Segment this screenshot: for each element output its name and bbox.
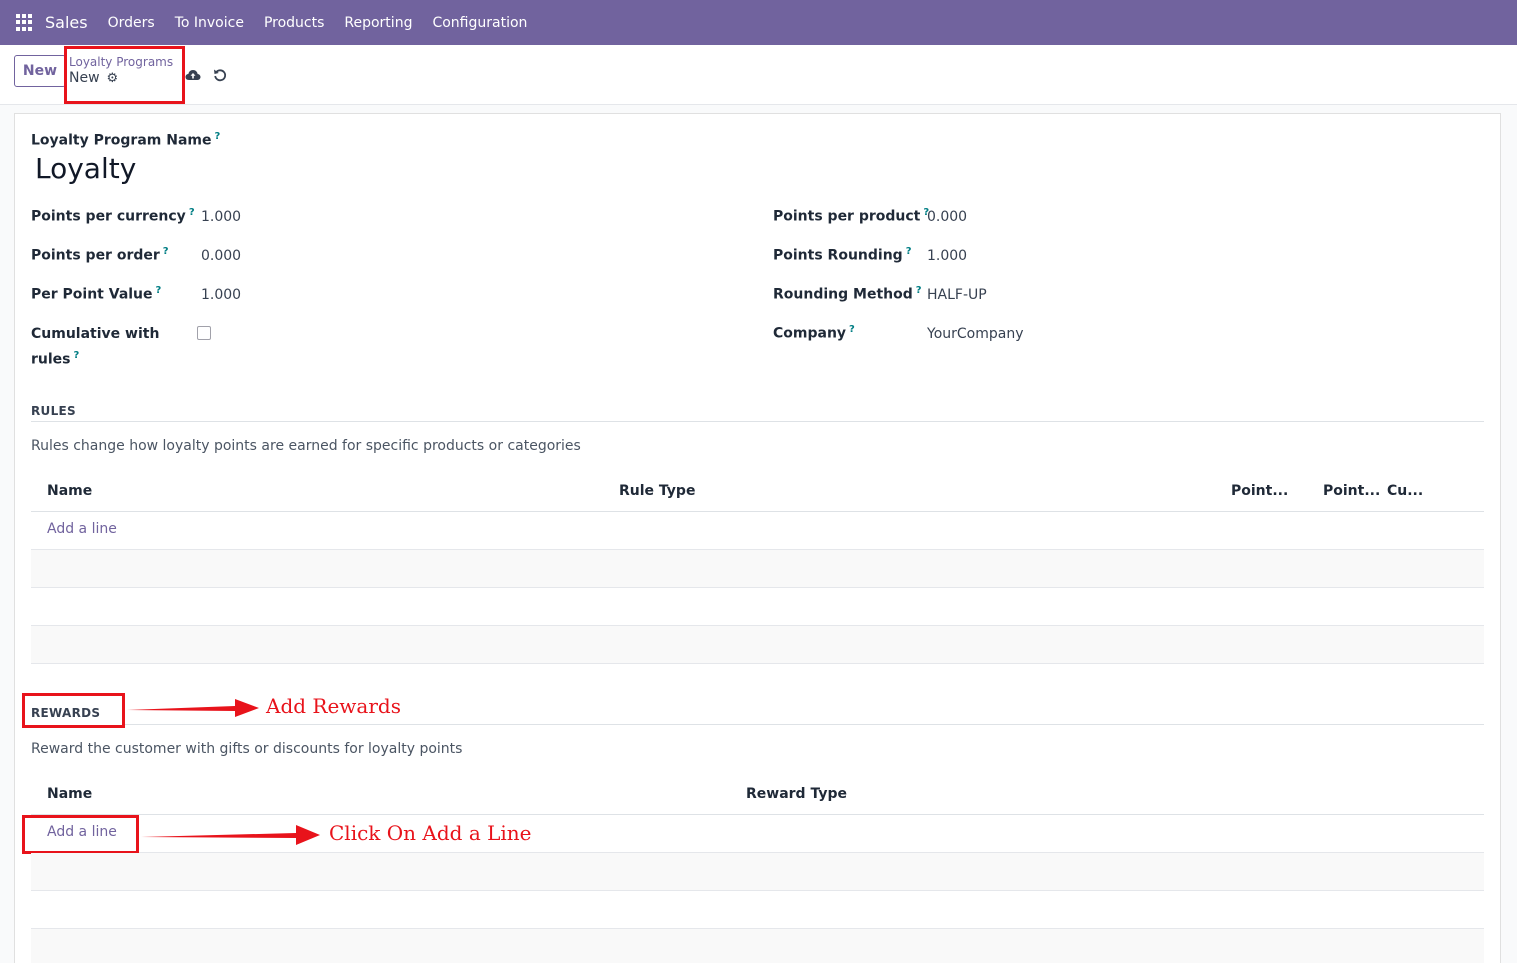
menu-reporting[interactable]: Reporting bbox=[334, 15, 422, 31]
click-add-line-annotation: Click On Add a Line bbox=[329, 821, 532, 845]
add-rewards-arrow-icon bbox=[127, 699, 259, 717]
table-row bbox=[31, 891, 1484, 929]
rules-col-rule-type[interactable]: Rule Type bbox=[619, 483, 695, 499]
cumulative-rules-label: Cumulative with rules? bbox=[31, 324, 159, 371]
program-name-input[interactable]: Loyalty bbox=[35, 152, 136, 185]
add-rewards-annotation: Add Rewards bbox=[266, 694, 401, 718]
rules-col-name[interactable]: Name bbox=[47, 483, 92, 499]
company-label: Company? bbox=[773, 324, 855, 342]
rewards-col-name[interactable]: Name bbox=[47, 786, 92, 802]
points-per-order-label: Points per order? bbox=[31, 246, 169, 264]
menu-orders[interactable]: Orders bbox=[98, 15, 165, 31]
points-per-order-label-text: Points per order bbox=[31, 247, 160, 264]
breadcrumb-current-label: New bbox=[69, 70, 100, 86]
breadcrumb-current: New ⚙ bbox=[69, 70, 118, 86]
program-name-label: Loyalty Program Name? bbox=[31, 131, 220, 149]
menu-products[interactable]: Products bbox=[254, 15, 334, 31]
rules-add-line-link[interactable]: Add a line bbox=[47, 521, 117, 537]
points-per-product-label-text: Points per product bbox=[773, 208, 921, 225]
per-point-value-label-text: Per Point Value bbox=[31, 286, 153, 303]
control-panel: New Loyalty Programs New ⚙ bbox=[0, 45, 1517, 105]
rules-section-title: RULES bbox=[31, 404, 76, 418]
help-tooltip-icon[interactable]: ? bbox=[189, 207, 195, 218]
rules-help-text: Rules change how loyalty points are earn… bbox=[31, 438, 581, 454]
app-name[interactable]: Sales bbox=[45, 13, 88, 32]
cumulative-rules-label-line2: rules bbox=[31, 351, 71, 368]
help-tooltip-icon[interactable]: ? bbox=[74, 350, 80, 361]
rewards-col-reward-type[interactable]: Reward Type bbox=[746, 786, 847, 802]
points-per-product-label: Points per product? bbox=[773, 207, 929, 225]
table-row bbox=[31, 853, 1484, 891]
points-per-order-input[interactable]: 0.000 bbox=[201, 248, 241, 264]
rounding-method-select[interactable]: HALF-UP bbox=[927, 287, 987, 303]
table-row bbox=[31, 550, 1484, 588]
company-select[interactable]: YourCompany bbox=[927, 326, 1024, 342]
points-per-product-input[interactable]: 0.000 bbox=[927, 209, 967, 225]
table-row bbox=[31, 929, 1484, 963]
new-button[interactable]: New bbox=[14, 55, 66, 87]
top-navbar: Sales Orders To Invoice Products Reporti… bbox=[0, 0, 1517, 45]
help-tooltip-icon[interactable]: ? bbox=[214, 131, 220, 142]
rewards-divider bbox=[125, 724, 1484, 725]
rules-col-points-2[interactable]: Point... bbox=[1323, 483, 1380, 499]
points-per-currency-label: Points per currency? bbox=[31, 207, 195, 225]
add-line-highlight-box bbox=[22, 815, 139, 854]
menu-configuration[interactable]: Configuration bbox=[422, 15, 537, 31]
points-rounding-input[interactable]: 1.000 bbox=[927, 248, 967, 264]
help-tooltip-icon[interactable]: ? bbox=[906, 246, 912, 257]
points-per-currency-label-text: Points per currency bbox=[31, 208, 186, 225]
rounding-method-label-text: Rounding Method bbox=[773, 286, 913, 303]
table-row bbox=[31, 626, 1484, 664]
menu-to-invoice[interactable]: To Invoice bbox=[165, 15, 254, 31]
cumulative-rules-label-line1: Cumulative with bbox=[31, 326, 160, 342]
gear-icon[interactable]: ⚙ bbox=[107, 71, 119, 86]
rules-col-cumulative[interactable]: Cu... bbox=[1387, 483, 1423, 499]
rules-divider bbox=[31, 421, 1484, 422]
click-add-line-arrow-icon bbox=[141, 825, 320, 845]
help-tooltip-icon[interactable]: ? bbox=[916, 285, 922, 296]
discard-icon[interactable] bbox=[213, 68, 227, 82]
table-row bbox=[31, 588, 1484, 626]
help-tooltip-icon[interactable]: ? bbox=[156, 285, 162, 296]
breadcrumb-loyalty-programs[interactable]: Loyalty Programs bbox=[69, 55, 173, 69]
rewards-highlight-box bbox=[22, 693, 125, 728]
help-tooltip-icon[interactable]: ? bbox=[849, 324, 855, 335]
rounding-method-label: Rounding Method? bbox=[773, 285, 922, 303]
apps-grid-icon[interactable] bbox=[16, 13, 34, 32]
cloud-upload-icon[interactable] bbox=[185, 68, 201, 82]
points-per-currency-input[interactable]: 1.000 bbox=[201, 209, 241, 225]
per-point-value-label: Per Point Value? bbox=[31, 285, 161, 303]
company-label-text: Company bbox=[773, 325, 847, 342]
rewards-help-text: Reward the customer with gifts or discou… bbox=[31, 741, 463, 757]
points-rounding-label: Points Rounding? bbox=[773, 246, 912, 264]
rules-add-line-row bbox=[31, 512, 1484, 550]
rules-col-points-1[interactable]: Point... bbox=[1231, 483, 1288, 499]
program-name-label-text: Loyalty Program Name bbox=[31, 132, 212, 149]
help-tooltip-icon[interactable]: ? bbox=[163, 246, 169, 257]
points-rounding-label-text: Points Rounding bbox=[773, 247, 903, 264]
per-point-value-input[interactable]: 1.000 bbox=[201, 287, 241, 303]
cumulative-rules-checkbox[interactable] bbox=[197, 326, 211, 340]
